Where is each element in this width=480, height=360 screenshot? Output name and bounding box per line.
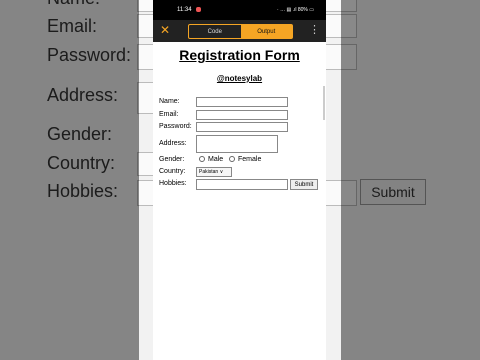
status-indicators: · … ▤ .ıl 80% ▭ bbox=[277, 7, 314, 13]
tab-switcher: Code Output bbox=[188, 24, 293, 39]
name-input[interactable] bbox=[196, 97, 288, 107]
author-handle: @notesylab bbox=[216, 74, 263, 83]
country-select[interactable]: Pakistan ∨ bbox=[196, 167, 232, 177]
close-icon[interactable]: ✕ bbox=[160, 23, 170, 37]
address-textarea[interactable] bbox=[196, 135, 278, 153]
password-input[interactable] bbox=[196, 122, 288, 132]
output-preview: Registration Form @notesylab Name: Email… bbox=[153, 42, 326, 360]
tab-code[interactable]: Code bbox=[189, 25, 241, 38]
email-input[interactable] bbox=[196, 110, 288, 120]
gender-male-label: Male bbox=[208, 156, 224, 163]
status-bar: 11:34 · … ▤ .ıl 80% ▭ bbox=[153, 0, 326, 20]
email-label: Email: bbox=[159, 111, 179, 118]
gender-label: Gender: bbox=[159, 156, 185, 163]
notification-icon bbox=[196, 7, 201, 12]
more-menu-icon[interactable]: ⋮ bbox=[309, 23, 320, 37]
password-label: Password: bbox=[159, 123, 192, 130]
gender-male-radio[interactable] bbox=[199, 156, 205, 162]
name-label: Name: bbox=[159, 98, 180, 105]
hobbies-label: Hobbies: bbox=[159, 180, 187, 187]
scrollbar[interactable] bbox=[323, 86, 325, 120]
editor-toolbar: ✕ Code Output ⋮ bbox=[153, 20, 326, 42]
submit-button[interactable]: Submit bbox=[290, 179, 318, 190]
status-time: 11:34 bbox=[177, 7, 192, 13]
phone-screen: 11:34 · … ▤ .ıl 80% ▭ ✕ Code Output ⋮ Re… bbox=[153, 0, 326, 360]
country-label: Country: bbox=[159, 168, 186, 175]
dim-overlay-right bbox=[341, 0, 480, 360]
page-title: Registration Form bbox=[179, 47, 300, 63]
tab-output[interactable]: Output bbox=[240, 25, 292, 38]
gender-female-label: Female bbox=[238, 156, 262, 163]
dim-overlay-left bbox=[0, 0, 139, 360]
address-label: Address: bbox=[159, 140, 187, 147]
gender-female-radio[interactable] bbox=[229, 156, 235, 162]
hobbies-input[interactable] bbox=[196, 179, 288, 190]
